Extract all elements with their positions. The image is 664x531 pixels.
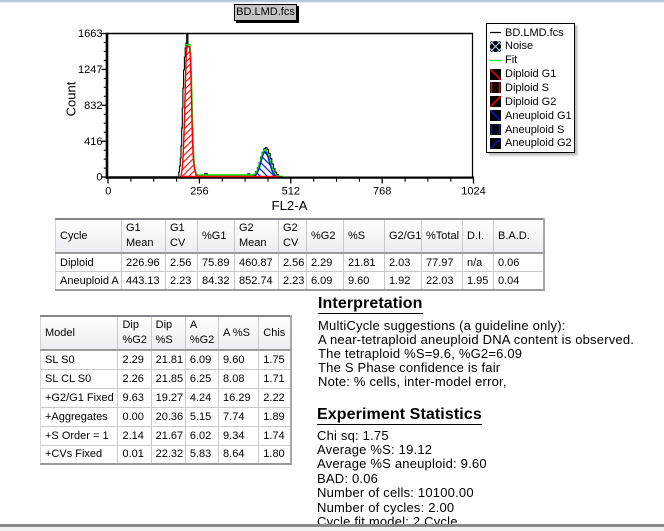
svg-text:256: 256: [190, 186, 208, 198]
svg-text:416: 416: [84, 136, 102, 148]
svg-text:1024: 1024: [461, 186, 485, 198]
svg-text:512: 512: [282, 186, 300, 198]
svg-text:1247: 1247: [78, 64, 102, 76]
svg-text:Count: Count: [64, 81, 79, 116]
svg-text:FL2-A: FL2-A: [272, 198, 308, 213]
svg-text:0: 0: [105, 186, 111, 198]
svg-text:0: 0: [96, 172, 102, 184]
svg-text:1663: 1663: [78, 28, 102, 40]
svg-text:832: 832: [84, 100, 102, 112]
svg-text:768: 768: [373, 186, 391, 198]
